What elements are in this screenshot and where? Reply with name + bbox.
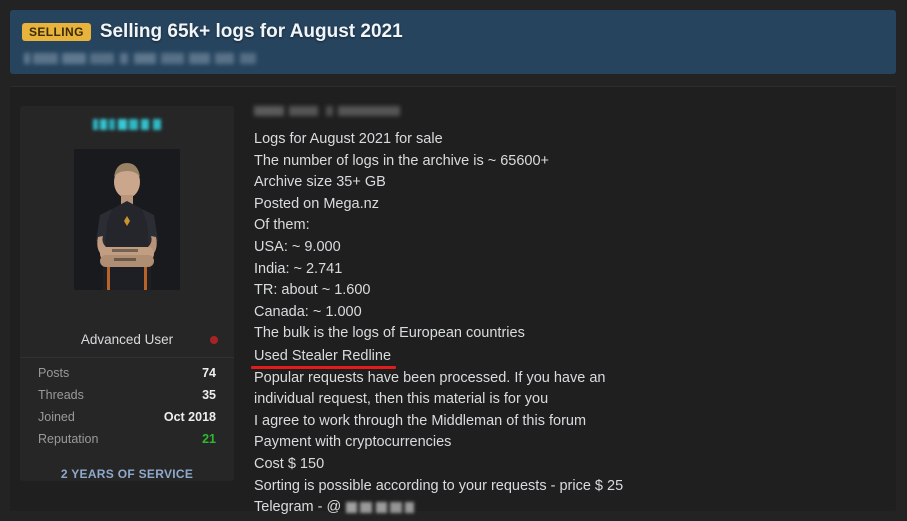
stat-label: Reputation	[38, 432, 99, 446]
post-line: The bulk is the logs of European countri…	[254, 325, 525, 342]
stat-value[interactable]: 21	[202, 432, 216, 446]
post-line: Sorting is possible according to your re…	[254, 477, 624, 494]
post-line: Popular requests have been processed. If…	[254, 369, 606, 408]
page-title: Selling 65k+ logs for August 2021	[99, 20, 403, 42]
post-line: Cost $ 150	[254, 455, 325, 472]
thread-header-banner: SELLING Selling 65k+ logs for August 202…	[10, 10, 896, 74]
post-line: Logs for August 2021 for sale	[254, 131, 443, 147]
annotated-line-wrapper: Used Stealer Redline	[250, 345, 880, 369]
avatar[interactable]	[74, 149, 180, 290]
stat-row-threads: Threads 35	[38, 388, 216, 410]
author-rank-label: Advanced User	[80, 332, 174, 347]
post-line: Posted on Mega.nz	[254, 195, 379, 212]
telegram-label: Telegram - @	[254, 499, 342, 516]
stat-value: Oct 2018	[163, 410, 216, 424]
stat-value: 35	[202, 388, 216, 402]
post-author-card: Advanced User Posts 74 Threads 35 Joined…	[20, 106, 234, 481]
thread-subtitle-redacted	[24, 53, 256, 64]
post-line-highlighted: Used Stealer Redline	[250, 346, 397, 369]
post-meta-redacted	[254, 106, 400, 116]
forum-thread-page: SELLING Selling 65k+ logs for August 202…	[0, 0, 907, 521]
author-username-redacted[interactable]	[93, 119, 161, 130]
thread-title-row: SELLING Selling 65k+ logs for August 202…	[22, 19, 896, 45]
post-line: The number of logs in the archive is ~ 6…	[254, 152, 550, 169]
stat-row-joined: Joined Oct 2018	[38, 410, 216, 432]
stat-value: 74	[202, 366, 216, 380]
post-container: Advanced User Posts 74 Threads 35 Joined…	[10, 86, 896, 515]
post-line: I agree to work through the Middleman of…	[254, 412, 587, 429]
post-line: TR: about ~ 1.600	[254, 282, 371, 299]
service-badge: 2 YEARS OF SERVICE	[60, 467, 194, 481]
telegram-handle-redacted	[346, 502, 415, 514]
post-line: Of them:	[254, 217, 310, 234]
stat-label: Joined	[38, 410, 75, 424]
post-body: Logs for August 2021 for sale The number…	[234, 87, 896, 515]
post-line: India: ~ 2.741	[254, 260, 343, 277]
stat-row-posts: Posts 74	[38, 366, 216, 388]
stat-label: Posts	[38, 366, 70, 380]
post-line-telegram: Telegram - @	[254, 497, 880, 519]
author-stats-list: Posts 74 Threads 35 Joined Oct 2018 Repu…	[20, 358, 234, 454]
post-line: Archive size 35+ GB	[254, 174, 386, 191]
status-indicator-icon	[210, 335, 218, 344]
author-rank-row: Advanced User	[20, 322, 234, 358]
post-line: USA: ~ 9.000	[254, 238, 341, 255]
thread-prefix-badge[interactable]: SELLING	[22, 23, 91, 41]
post-line: Canada: ~ 1.000	[254, 303, 362, 320]
post-line: Payment with cryptocurrencies	[254, 434, 452, 451]
stat-row-reputation: Reputation 21	[38, 432, 216, 454]
stat-label: Threads	[38, 388, 84, 402]
